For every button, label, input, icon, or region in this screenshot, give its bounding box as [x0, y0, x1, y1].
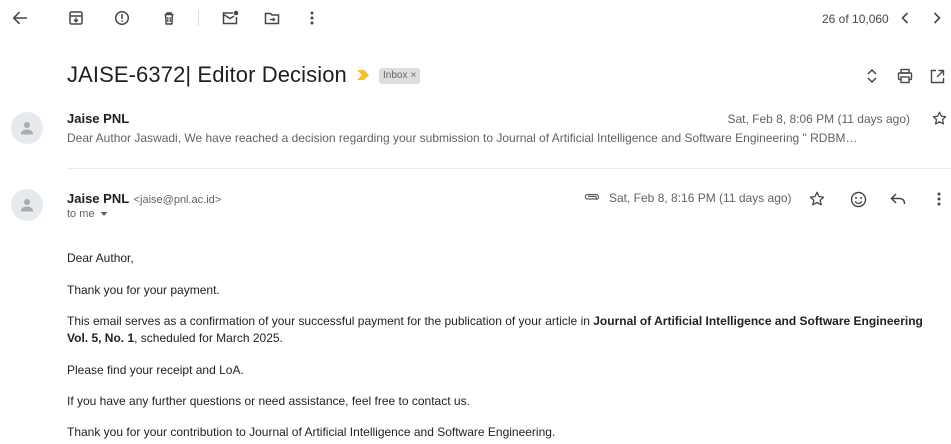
- person-icon: [21, 122, 33, 135]
- recipients-text: to me: [67, 208, 95, 220]
- message-divider: [67, 168, 951, 169]
- emoji-reaction-button[interactable]: [846, 187, 870, 211]
- sender-email: <jaise@pnl.ac.id>: [133, 194, 222, 206]
- toolbar-divider: [198, 10, 199, 26]
- label-text: Inbox: [383, 70, 408, 81]
- avatar: [11, 189, 43, 221]
- open-new-window-button[interactable]: [925, 64, 949, 88]
- print-button[interactable]: [893, 64, 917, 88]
- body-paragraph: Thank you for your contribution to Journ…: [67, 425, 556, 439]
- archive-button[interactable]: [64, 6, 88, 30]
- message-snippet: Dear Author Jaswadi, We have reached a d…: [67, 131, 858, 145]
- more-vert-icon: [310, 11, 314, 25]
- report-spam-button[interactable]: [110, 6, 134, 30]
- arrow-left-icon: [12, 11, 27, 25]
- message-date: Sat, Feb 8, 8:06 PM (11 days ago): [727, 112, 910, 126]
- inbox-label-chip[interactable]: Inbox ×: [379, 68, 421, 84]
- body-paragraph: Thank you for your payment.: [67, 283, 220, 297]
- reply-button[interactable]: [886, 187, 910, 211]
- body-paragraph: If you have any further questions or nee…: [67, 394, 470, 408]
- move-to-button[interactable]: [260, 6, 284, 30]
- sender-name: Jaise PNL: [67, 191, 130, 206]
- expand-all-button[interactable]: [860, 64, 884, 88]
- recipients-dropdown[interactable]: to me: [67, 208, 109, 220]
- collapsed-message[interactable]: Jaise PNL Sat, Feb 8, 8:06 PM (11 days a…: [0, 104, 951, 164]
- reply-icon: [890, 193, 906, 204]
- chevron-right-icon: [933, 12, 941, 24]
- message-date: Sat, Feb 8, 8:16 PM (11 days ago): [609, 191, 792, 205]
- more-vert-icon: [937, 192, 941, 206]
- sender-block: Jaise PNL <jaise@pnl.ac.id>: [67, 190, 221, 208]
- sender-name: Jaise PNL: [67, 111, 130, 126]
- more-options-button[interactable]: [300, 6, 324, 30]
- attachment-indicator: [581, 189, 601, 205]
- star-icon: [932, 111, 946, 125]
- emoji-icon: [850, 191, 866, 207]
- person-icon: [21, 199, 33, 212]
- body-text-span: This email serves as a confirmation of y…: [67, 314, 594, 328]
- unfold-icon: [867, 69, 877, 83]
- trash-icon: [164, 12, 174, 25]
- report-spam-icon: [114, 10, 130, 26]
- important-marker-icon: [357, 70, 369, 80]
- open-in-new-icon: [930, 69, 944, 83]
- back-button[interactable]: [8, 6, 32, 30]
- mark-unread-button[interactable]: [218, 6, 242, 30]
- body-paragraph: Please find your receipt and LoA.: [67, 363, 244, 377]
- newer-button[interactable]: [925, 6, 949, 30]
- star-button[interactable]: [930, 109, 948, 127]
- importance-marker[interactable]: [357, 70, 369, 80]
- message-counter: 26 of 10,060: [822, 12, 889, 26]
- older-button[interactable]: [893, 6, 917, 30]
- avatar: [11, 112, 43, 144]
- message-more-button[interactable]: [927, 187, 951, 211]
- delete-button[interactable]: [157, 6, 181, 30]
- star-icon: [809, 191, 825, 206]
- chevron-left-icon: [901, 12, 909, 24]
- caret-down-icon: [100, 212, 108, 216]
- email-subject: JAISE-6372| Editor Decision: [67, 62, 347, 87]
- archive-icon: [69, 11, 83, 25]
- mark-unread-icon: [222, 10, 239, 25]
- print-icon: [897, 68, 913, 84]
- body-paragraph: This email serves as a confirmation of y…: [67, 313, 941, 347]
- remove-label-button[interactable]: ×: [410, 70, 416, 81]
- star-button[interactable]: [805, 187, 829, 211]
- attachment-icon: [584, 193, 599, 201]
- move-to-icon: [264, 12, 280, 25]
- body-text-span: , scheduled for March 2025.: [134, 331, 283, 345]
- body-greeting: Dear Author,: [67, 251, 134, 265]
